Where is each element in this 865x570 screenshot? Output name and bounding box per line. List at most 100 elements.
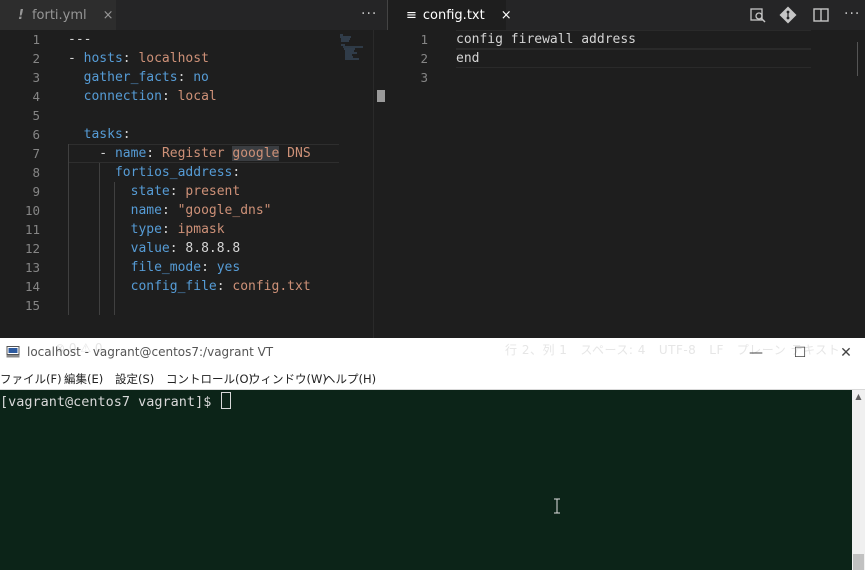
code-text: : (161, 203, 178, 218)
terminal-scrollbar[interactable]: ▲ (852, 390, 865, 570)
line-code: - hosts: localhost (68, 49, 209, 68)
minimap[interactable] (337, 34, 369, 60)
line-number: 9 (32, 184, 40, 199)
line-number: 1 (420, 32, 428, 47)
menu-file[interactable]: ファイル(F) (0, 371, 62, 387)
tab-label: config.txt (422, 7, 485, 23)
yaml-value: ipmask (177, 222, 225, 237)
code-text: : (161, 89, 178, 104)
open-preview-icon[interactable] (749, 6, 767, 24)
code-text: 8.8.8.8 (185, 241, 241, 256)
yaml-value: present (185, 184, 241, 199)
code-text: : (122, 51, 139, 66)
tab-config-txt[interactable]: ≡ config.txt × (388, 0, 512, 30)
terminal-window[interactable]: ⊗ 0 ⚠ 0 行 2、列 1 スペース: 4 UTF-8 LF プレーン テキ… (0, 338, 865, 570)
yaml-key: name (130, 203, 162, 218)
text-editor-pane[interactable]: 1 config firewall address 2 end 3 (388, 30, 865, 338)
code-text: - (68, 146, 115, 161)
code-text: : (146, 146, 162, 161)
line-number: 2 (32, 51, 40, 66)
line-code: gather_facts: no (68, 68, 209, 87)
text-cursor-ibeam-icon (554, 498, 560, 514)
yaml-key: state (130, 184, 170, 199)
code-text: : (216, 279, 233, 294)
line-code: config_file: config.txt (68, 277, 311, 296)
yaml-key: value (130, 241, 170, 256)
line-number: 1 (32, 32, 40, 47)
line-number: 4 (32, 89, 40, 104)
yaml-key: file_mode (130, 260, 202, 275)
yaml-editor-pane[interactable]: 1 --- 2 - hosts: localhost 3 gather_facts: n… (0, 30, 373, 338)
terminal-screen[interactable]: [vagrant@centos7 vagrant]$ (0, 390, 852, 570)
tab-forti-yml[interactable]: ! forti.yml × (0, 0, 116, 30)
close-icon[interactable]: × (103, 8, 114, 23)
minimize-button[interactable]: — (746, 344, 766, 362)
code-text: : (122, 127, 131, 142)
line-number: 2 (420, 51, 428, 66)
yaml-value: "google_dns" (177, 203, 272, 218)
line-number: 3 (420, 70, 428, 85)
terminal-menu-bar: ファイル(F) 編集(E) 設定(S) コントロール(O) ウィンドウ(W) ヘ… (0, 369, 865, 390)
code-text: : (169, 241, 186, 256)
yaml-key: no (193, 70, 209, 85)
code-text: : (201, 260, 217, 275)
yaml-key: name (114, 146, 147, 161)
line-code: - name: Register google DNS (68, 144, 311, 163)
yaml-key: hosts (83, 51, 123, 66)
scrollbar-thumb[interactable] (853, 554, 864, 570)
prompt-text: [vagrant@centos7 vagrant]$ (0, 394, 220, 410)
maximize-button[interactable]: ☐ (790, 344, 810, 362)
menu-window[interactable]: ウィンドウ(W) (249, 371, 327, 387)
yaml-key: yes (216, 260, 241, 275)
left-tab-bar: ! forti.yml × ··· (0, 0, 387, 30)
line-code: file_mode: yes (68, 258, 241, 277)
left-scrollbar[interactable] (373, 30, 388, 338)
line-number: 11 (24, 222, 40, 237)
scrollbar-thumb[interactable] (377, 90, 385, 102)
menu-setup[interactable]: 設定(S) (115, 371, 154, 387)
line-code: connection: local (68, 87, 217, 106)
menu-help[interactable]: ヘルプ(H) (324, 371, 376, 387)
line-border (456, 49, 811, 68)
line-number: 14 (24, 279, 40, 294)
menu-edit[interactable]: 編集(E) (64, 371, 103, 387)
yaml-file-icon: ! (18, 7, 24, 23)
scroll-up-arrow-icon[interactable]: ▲ (852, 390, 865, 404)
editor-window: ! forti.yml × ··· ≡ config.txt × ··· 1 -… (0, 0, 865, 338)
line-code: value: 8.8.8.8 (68, 239, 241, 258)
git-compare-icon[interactable] (779, 6, 797, 24)
text-file-icon: ≡ (406, 7, 417, 23)
close-button[interactable]: ✕ (836, 344, 856, 362)
line-code: type: ipmask (68, 220, 225, 239)
terminal-cursor (221, 392, 232, 409)
line-number: 15 (24, 298, 40, 313)
split-editor-icon[interactable] (812, 6, 830, 24)
yaml-key: fortios_address (114, 165, 233, 180)
line-number: 8 (32, 165, 40, 180)
yaml-key: type (130, 222, 162, 237)
more-actions-icon[interactable]: ··· (361, 6, 377, 22)
close-icon[interactable]: × (501, 8, 512, 23)
right-scrollbar[interactable] (853, 30, 865, 338)
yaml-value: local (177, 89, 217, 104)
line-code: tasks: (68, 125, 131, 144)
line-code: end (456, 51, 480, 66)
tab-label: forti.yml (31, 7, 87, 23)
yaml-key: gather_facts (83, 70, 178, 85)
yaml-value: DNS (279, 146, 311, 161)
code-text: : (161, 222, 178, 237)
line-code: name: "google_dns" (68, 201, 272, 220)
yaml-key: tasks (83, 127, 123, 142)
menu-control[interactable]: コントロール(O) (166, 371, 253, 387)
line-number: 3 (32, 70, 40, 85)
terminal-title-bar[interactable]: ⊗ 0 ⚠ 0 行 2、列 1 スペース: 4 UTF-8 LF プレーン テキ… (0, 338, 865, 369)
more-actions-icon[interactable]: ··· (844, 6, 860, 22)
terminal-app-icon (6, 346, 20, 358)
line-number: 5 (32, 108, 40, 123)
yaml-value: localhost (138, 51, 209, 66)
